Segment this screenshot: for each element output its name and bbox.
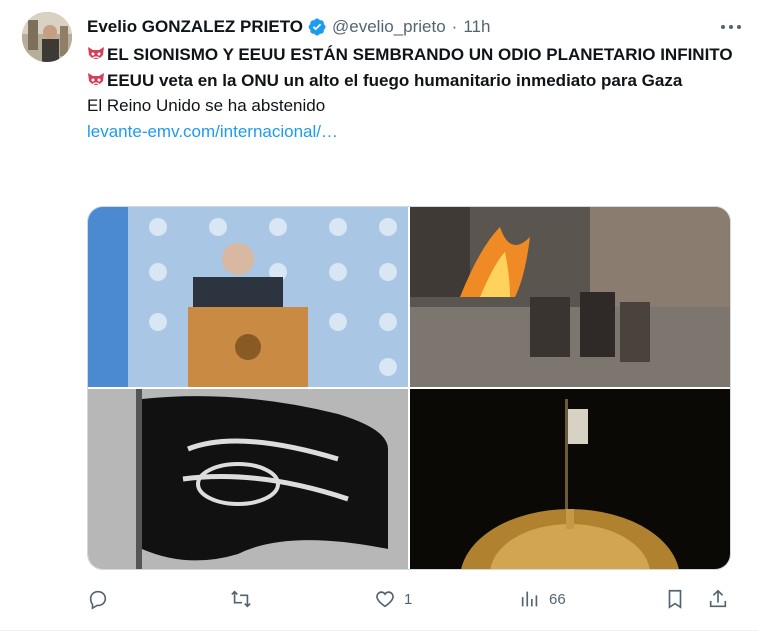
separator: · — [451, 17, 458, 36]
un-podium-photo[interactable] — [88, 207, 408, 387]
black-flag-photo[interactable] — [88, 389, 408, 569]
author-handle[interactable]: @evelio_prieto — [332, 17, 446, 37]
reply-button[interactable] — [87, 584, 109, 614]
tweet-line-2: EEUU veta en la ONU un alto el fuego hum… — [87, 68, 737, 94]
more-options-icon[interactable] — [714, 12, 748, 42]
reply-icon — [89, 590, 107, 610]
devil-mask-icon — [87, 70, 105, 86]
tweet-line-3: El Reino Unido se ha abstenido — [87, 96, 326, 115]
timestamp[interactable]: 11h — [463, 17, 490, 37]
tweet-actions: 1 66 — [87, 584, 737, 614]
share-button[interactable] — [707, 584, 729, 614]
tweet-header: Evelio GONZALEZ PRIETO @evelio_prieto · … — [87, 15, 738, 39]
views-count: 66 — [549, 590, 566, 608]
bookmark-icon — [668, 589, 682, 609]
share-icon — [709, 589, 727, 608]
article-link[interactable]: levante-emv.com/internacional/… — [87, 119, 737, 145]
like-button[interactable]: 1 — [374, 584, 412, 614]
author-name[interactable]: Evelio GONZALEZ PRIETO — [87, 17, 303, 37]
bookmark-button[interactable] — [664, 584, 686, 614]
retweet-icon — [231, 590, 251, 608]
like-count: 1 — [404, 590, 413, 608]
views-chart-icon — [521, 591, 538, 607]
devil-mask-icon — [87, 44, 105, 60]
heart-icon — [376, 591, 394, 608]
tweet-line-1: EL SIONISMO Y EEUU ESTÁN SEMBRANDO UN OD… — [87, 42, 737, 68]
golden-dome-night-photo[interactable] — [410, 389, 730, 569]
gaza-rubble-fire-photo[interactable] — [410, 207, 730, 387]
tweet-text: EL SIONISMO Y EEUU ESTÁN SEMBRANDO UN OD… — [87, 42, 737, 144]
views-button[interactable]: 66 — [519, 584, 566, 614]
retweet-button[interactable] — [230, 584, 252, 614]
divider — [0, 630, 758, 631]
media-grid — [87, 206, 731, 570]
verified-badge-icon — [307, 17, 327, 37]
avatar[interactable] — [22, 12, 72, 62]
